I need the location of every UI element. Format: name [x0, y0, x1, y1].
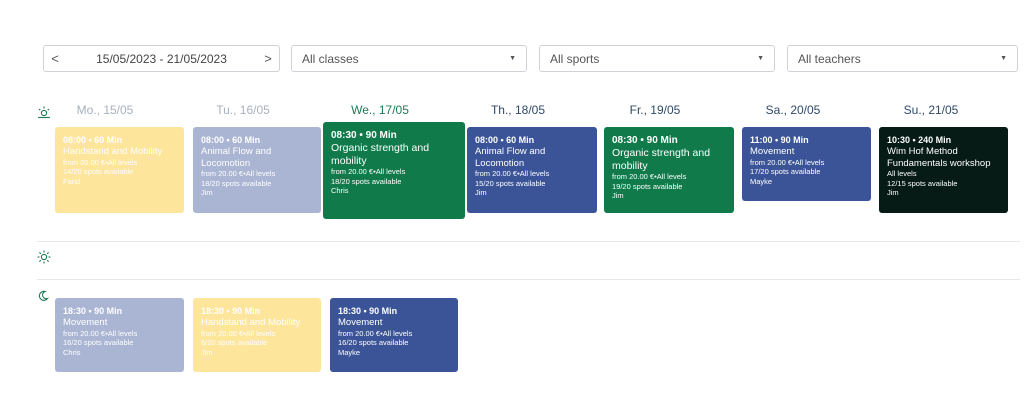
classes-select-value: All classes: [302, 51, 359, 66]
class-teacher: Chris: [331, 186, 349, 195]
class-teacher: Farid: [63, 176, 81, 186]
class-title: Wim Hof Method: [887, 146, 958, 157]
chevron-down-icon: ▼: [1000, 55, 1007, 62]
teachers-select[interactable]: All teachers ▼: [787, 45, 1018, 72]
class-price: from 20.00 €•All levels: [331, 167, 406, 176]
filter-bar: < 15/05/2023 - 21/05/2023 > All classes …: [43, 45, 1018, 72]
class-time: 08:30 • 90 Min: [612, 135, 678, 146]
class-card[interactable]: 18:30 • 90 Min Movement from 20.00 €•All l…: [330, 298, 458, 372]
next-week-button[interactable]: >: [257, 51, 279, 66]
class-card[interactable]: 18:30 • 90 Min Handstand and Mobility from…: [193, 298, 321, 372]
class-time: 08:00 • 60 Min: [475, 135, 535, 145]
class-title: Organic strength and: [331, 142, 430, 154]
day-header: Th., 18/05: [490, 103, 546, 117]
class-card[interactable]: 08:00 • 60 Min Animal Flow and Locomotion f…: [467, 127, 597, 213]
day-header: We., 17/05: [351, 103, 409, 117]
class-time: 10:30 • 240 Min: [887, 135, 952, 145]
class-card[interactable]: 11:00 • 90 Min Movement from 20.00 €•All l…: [742, 127, 871, 201]
class-price: from 20.00 €•All levels: [201, 169, 276, 178]
class-card[interactable]: 08:00 • 60 Min Handstand and Mobility from…: [55, 127, 184, 213]
day-header: Tu., 16/05: [216, 103, 270, 117]
day-header: Fr., 19/05: [629, 103, 681, 117]
class-time: 08:30 • 90 Min: [331, 130, 397, 141]
moon-icon: [38, 290, 49, 301]
class-title: Fundamentals workshop: [887, 157, 991, 169]
class-time: 18:30 • 90 Min: [63, 306, 123, 316]
class-price: from 20.00 €•All levels: [475, 169, 550, 178]
class-teacher: Jim: [201, 347, 213, 357]
class-teacher: Jim: [612, 191, 624, 200]
class-time: 08:00 • 60 Min: [63, 135, 123, 145]
class-time: 08:00 • 60 Min: [201, 135, 261, 145]
day-header: Sa., 20/05: [765, 103, 821, 117]
date-range-picker[interactable]: < 15/05/2023 - 21/05/2023 >: [43, 45, 280, 72]
chevron-down-icon: ▼: [509, 55, 516, 62]
class-title: mobility: [612, 159, 648, 172]
class-spots: 15/20 spots available: [475, 178, 546, 188]
class-title: mobility: [331, 154, 367, 167]
class-spots: 18/20 spots available: [331, 176, 402, 186]
class-price: from 20.00 €•All levels: [612, 172, 687, 181]
prev-week-button[interactable]: <: [44, 51, 66, 66]
class-title: Movement: [63, 317, 108, 328]
class-spots: 14/20 spots available: [63, 167, 134, 176]
section-divider: [37, 279, 1020, 280]
class-title: Movement: [338, 317, 383, 328]
class-spots: 17/20 spots available: [750, 167, 821, 176]
classes-select[interactable]: All classes ▼: [291, 45, 527, 72]
class-price: from 20.00 €•All levels: [63, 157, 138, 167]
day-header: Su., 21/05: [903, 103, 959, 117]
sun-icon: [37, 250, 51, 264]
class-price: All levels: [887, 169, 917, 178]
class-card[interactable]: 08:00 • 60 Min Animal Flow and Locomotion f…: [193, 127, 321, 213]
class-teacher: Mayke: [338, 347, 361, 357]
class-time: 18:30 • 90 Min: [338, 306, 398, 316]
class-price: from 20.00 €•All levels: [201, 328, 276, 338]
class-card[interactable]: 18:30 • 90 Min Movement from 20.00 €•All l…: [55, 298, 184, 372]
class-card[interactable]: 10:30 • 240 Min Wim Hof Method Fundamental…: [879, 127, 1008, 213]
class-spots: 19/20 spots available: [612, 181, 683, 191]
class-price: from 20.00 €•All levels: [63, 328, 138, 338]
chevron-down-icon: ▼: [757, 55, 764, 62]
class-title: Locomotion: [201, 157, 251, 169]
class-spots: 16/20 spots available: [63, 338, 134, 347]
class-card[interactable]: 08:30 • 90 Min Organic strength and mobili…: [323, 122, 465, 219]
class-title: Animal Flow and: [475, 146, 546, 157]
class-teacher: Jim: [201, 188, 213, 197]
date-range-label: 15/05/2023 - 21/05/2023: [96, 51, 227, 66]
sports-select-value: All sports: [550, 51, 600, 66]
class-teacher: Chris: [63, 347, 81, 357]
class-spots: 6/20 spots available: [201, 338, 268, 347]
class-card[interactable]: 08:30 • 90 Min Organic strength and mobili…: [604, 127, 734, 213]
class-title: Handstand and Mobility: [63, 146, 163, 157]
class-price: from 20.00 €•All levels: [750, 157, 825, 167]
class-price: from 20.00 €•All levels: [338, 328, 413, 338]
class-title: Movement: [750, 146, 795, 157]
class-title: Organic strength and: [612, 147, 711, 159]
class-title: Handstand and Mobility: [201, 317, 301, 328]
section-divider: [37, 241, 1020, 242]
class-teacher: Jim: [887, 188, 899, 197]
class-title: Animal Flow and: [201, 146, 272, 157]
class-teacher: Jim: [475, 188, 487, 197]
sports-select[interactable]: All sports ▼: [539, 45, 775, 72]
day-header: Mo., 15/05: [76, 103, 134, 117]
class-title: Locomotion: [475, 157, 525, 169]
class-spots: 12/15 spots available: [887, 178, 958, 188]
class-teacher: Mayke: [750, 176, 773, 186]
class-spots: 16/20 spots available: [338, 338, 409, 347]
class-time: 11:00 • 90 Min: [750, 135, 809, 145]
teachers-select-value: All teachers: [798, 51, 861, 66]
class-spots: 18/20 spots available: [201, 178, 272, 188]
class-time: 18:30 • 90 Min: [201, 306, 261, 316]
